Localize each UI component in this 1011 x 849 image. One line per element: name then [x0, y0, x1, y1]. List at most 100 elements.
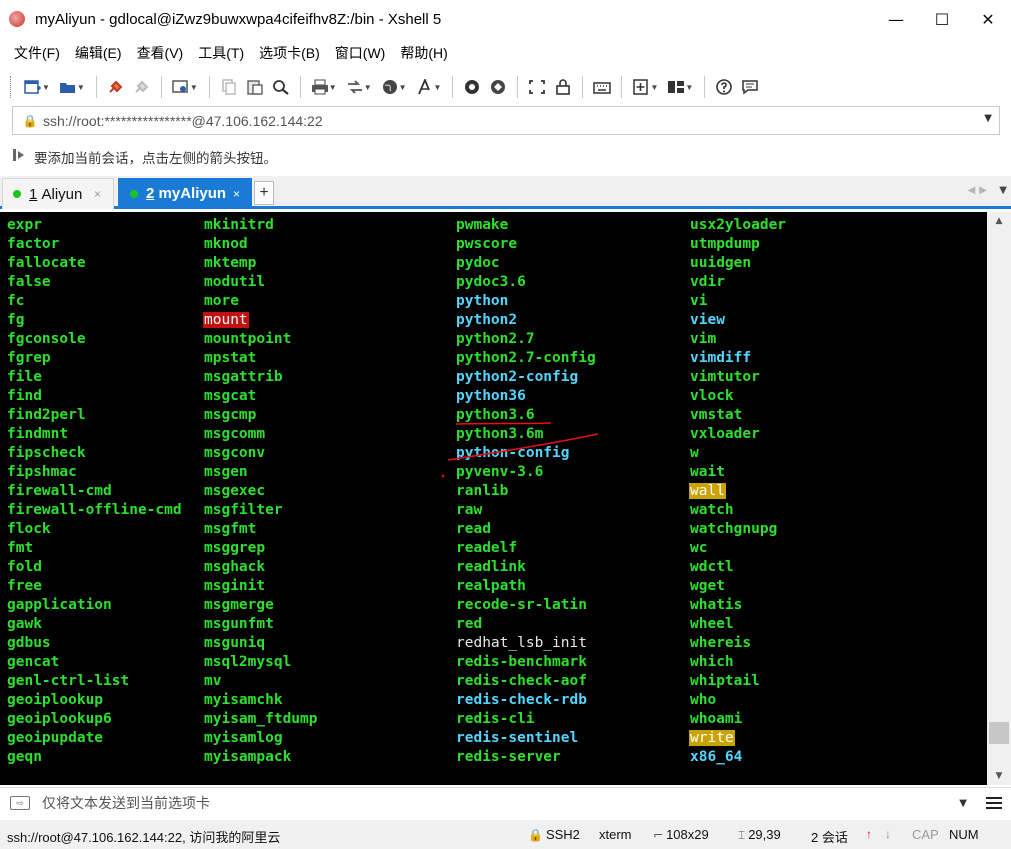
command-name: false — [7, 274, 51, 290]
fullscreen-icon[interactable] — [524, 75, 550, 99]
scrollbar-thumb[interactable] — [989, 722, 1009, 744]
terminal-entry: geoipupdate — [6, 729, 183, 748]
tab-aliyun[interactable]: 1 Aliyun × — [2, 178, 114, 209]
command-name: geoiplookup — [7, 692, 104, 708]
find-icon[interactable] — [268, 75, 294, 99]
font-dropdown-icon[interactable]: ▼ — [434, 83, 442, 92]
scroll-up-arrow-icon[interactable]: ▲ — [987, 212, 1011, 230]
open-dropdown-icon[interactable]: ▼ — [77, 83, 85, 92]
command-name: write — [689, 730, 735, 746]
status-protocol: 🔒 SSH2 — [528, 827, 580, 842]
command-name: pwmake — [456, 217, 509, 233]
tab-scroll-arrows-icon[interactable]: ◀▶ — [968, 185, 991, 196]
terminal-entry: vim — [689, 330, 787, 349]
terminal-entry: vimdiff — [689, 349, 787, 368]
chat-icon[interactable] — [737, 75, 763, 99]
command-name: myisampack — [204, 749, 292, 765]
terminal-entry: python2 — [455, 311, 597, 330]
terminal-entry: w — [689, 444, 787, 463]
tab-list-dropdown-icon[interactable]: ▼ — [999, 185, 1007, 196]
command-name: wall — [689, 483, 726, 499]
terminal-entry: msgfmt — [203, 520, 319, 539]
terminal-entry: findmnt — [6, 425, 183, 444]
address-dropdown-icon[interactable]: ▼ — [984, 113, 992, 124]
menu-tools[interactable]: 工具(T) — [198, 43, 244, 63]
paste-icon[interactable] — [242, 75, 268, 99]
command-name: read — [456, 521, 491, 537]
terminal-entry: recode-sr-latin — [455, 596, 597, 615]
tab-myaliyun[interactable]: 2 myAliyun × — [118, 178, 252, 209]
tab-close-icon[interactable]: × — [233, 187, 240, 201]
terminal-column-4: usx2yloader utmpdump uuidgen vdir vi view vim v… — [689, 216, 787, 767]
maximize-button[interactable]: ☐ — [919, 0, 965, 38]
menu-edit[interactable]: 编辑(E) — [75, 43, 122, 63]
command-name: fold — [7, 559, 42, 575]
terminal-entry: fipscheck — [6, 444, 183, 463]
status-host: ssh://root@47.106.162.144:22, 访问我的阿里云 — [7, 830, 281, 845]
address-value[interactable]: ssh://root:****************@47.106.162.1… — [43, 113, 323, 129]
command-name: msguniq — [204, 635, 266, 651]
send-text-label[interactable]: 仅将文本发送到当前选项卡 — [42, 793, 210, 813]
globe-dropdown-icon[interactable]: ▼ — [399, 83, 407, 92]
command-name: geqn — [7, 749, 42, 765]
command-name: pyvenv-3.6 — [456, 464, 544, 480]
toolbar-separator — [95, 76, 97, 98]
xftp-icon[interactable] — [459, 75, 485, 99]
terminal-entry: firewall-offline-cmd — [6, 501, 183, 520]
close-button[interactable]: ✕ — [965, 0, 1011, 38]
terminal-entry: whereis — [689, 634, 787, 653]
toolbar-grip[interactable] — [10, 76, 14, 98]
terminal-entry: file — [6, 368, 183, 387]
help-icon[interactable] — [711, 75, 737, 99]
menu-window[interactable]: 窗口(W) — [335, 43, 386, 63]
command-name: python3.6m — [456, 426, 544, 442]
terminal-entry: redis-benchmark — [455, 653, 597, 672]
terminal-entry: write — [689, 729, 787, 748]
lock-icon[interactable] — [550, 75, 576, 99]
connect-icon[interactable] — [103, 75, 129, 99]
terminal-entry: python2-config — [455, 368, 597, 387]
command-name: wdctl — [690, 559, 734, 575]
address-bar[interactable]: 🔒 ssh://root:****************@47.106.162… — [12, 106, 1000, 135]
terminal-entry: vmstat — [689, 406, 787, 425]
terminal-output[interactable]: expr factor fallocate false fc fg fgconsole fgr… — [0, 212, 987, 785]
new-session-dropdown-icon[interactable]: ▼ — [42, 83, 50, 92]
terminal-entry: fipshmac — [6, 463, 183, 482]
terminal-entry: pwscore — [455, 235, 597, 254]
layout-dropdown-icon[interactable]: ▼ — [685, 83, 693, 92]
menu-file[interactable]: 文件(F) — [14, 43, 60, 63]
add-tab-button[interactable]: + — [254, 181, 274, 205]
menu-help[interactable]: 帮助(H) — [400, 43, 447, 63]
command-name: python2-config — [456, 369, 579, 385]
terminal-entry: whoami — [689, 710, 787, 729]
tab-close-icon[interactable]: × — [94, 187, 101, 201]
hamburger-menu-icon[interactable] — [985, 794, 1003, 812]
send-dropdown-icon[interactable]: ▼ — [959, 798, 967, 809]
menu-view[interactable]: 查看(V) — [137, 43, 184, 63]
add-dropdown-icon[interactable]: ▼ — [650, 83, 658, 92]
menu-tabs[interactable]: 选项卡(B) — [259, 43, 320, 63]
status-terminal-type: xterm — [599, 827, 632, 842]
print-dropdown-icon[interactable]: ▼ — [329, 83, 337, 92]
status-caps-lock: CAP — [912, 827, 939, 842]
terminal-scrollbar[interactable]: ▲ ▼ — [987, 212, 1011, 785]
terminal-entry: mount — [203, 311, 319, 330]
xshell-app-icon[interactable] — [9, 11, 25, 27]
terminal-entry: whatis — [689, 596, 787, 615]
properties-dropdown-icon[interactable]: ▼ — [190, 83, 198, 92]
copy-icon[interactable] — [216, 75, 242, 99]
minimize-button[interactable]: — — [873, 0, 919, 38]
xmanager-icon[interactable] — [485, 75, 511, 99]
disconnect-icon[interactable] — [129, 75, 155, 99]
command-name: vim — [690, 331, 717, 347]
scroll-down-arrow-icon[interactable]: ▼ — [987, 767, 1011, 785]
terminal-entry: readelf — [455, 539, 597, 558]
add-session-arrow-icon[interactable] — [12, 148, 34, 166]
send-text-icon[interactable]: ⇨ — [10, 796, 30, 810]
toolbar-separator — [621, 76, 623, 98]
command-name: mktemp — [204, 255, 257, 271]
transfer-dropdown-icon[interactable]: ▼ — [364, 83, 372, 92]
terminal-entry: find2perl — [6, 406, 183, 425]
keyboard-icon[interactable] — [589, 75, 615, 99]
terminal-entry: mv — [203, 672, 319, 691]
